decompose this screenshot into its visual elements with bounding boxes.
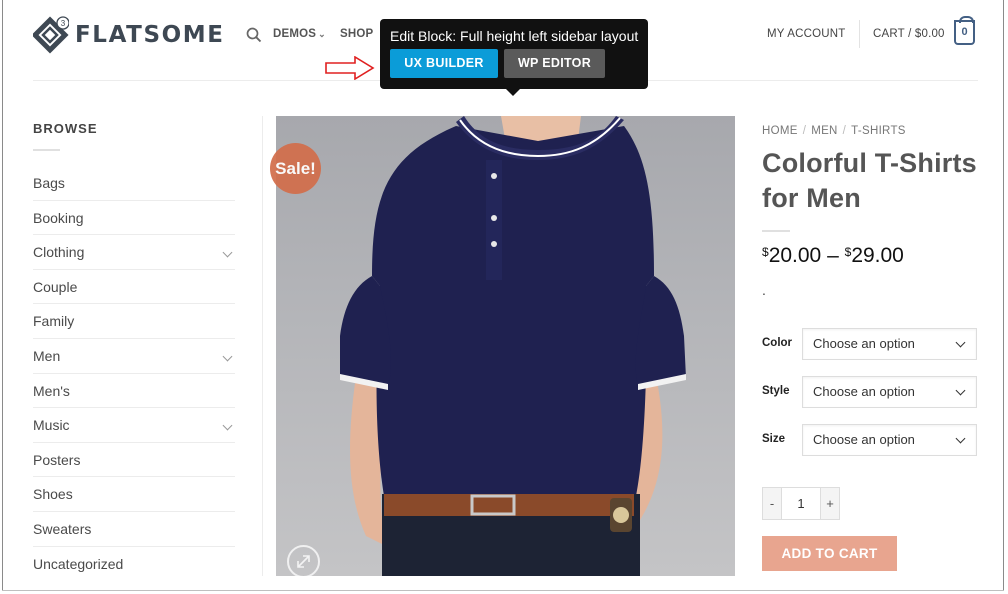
- header-divider: [859, 20, 860, 48]
- cart-count-icon[interactable]: 0: [954, 16, 975, 45]
- breadcrumb: HOME / MEN / T-SHIRTS: [762, 125, 906, 137]
- edit-block-title: Edit Block: Full height left sidebar lay…: [390, 28, 639, 44]
- nav-item-shop[interactable]: SHOP: [340, 28, 373, 40]
- chevron-down-icon: [955, 433, 966, 444]
- nav-item-shop-label: SHOP: [340, 28, 374, 40]
- quantity-stepper: - 1 +: [762, 487, 840, 520]
- category-item-uncategorized[interactable]: Uncategorized: [33, 547, 235, 582]
- price-high: 29.00: [851, 244, 904, 267]
- zoom-icon[interactable]: [287, 545, 320, 578]
- category-item-shoes[interactable]: Shoes: [33, 477, 235, 512]
- product-title: Colorful T-Shirts for Men: [762, 148, 977, 213]
- category-item-men[interactable]: Men: [33, 339, 235, 374]
- category-label: Posters: [33, 451, 81, 468]
- category-label: Sweaters: [33, 520, 92, 537]
- chevron-down-icon[interactable]: [222, 420, 233, 431]
- product-image[interactable]: [276, 116, 735, 576]
- color-select[interactable]: Choose an option: [802, 328, 977, 360]
- quantity-minus-button[interactable]: -: [762, 487, 782, 520]
- category-label: Shoes: [33, 486, 73, 503]
- variation-label-size: Size: [762, 433, 786, 445]
- chevron-down-icon: [955, 337, 966, 348]
- chevron-down-icon: [955, 385, 966, 396]
- breadcrumb-tshirts[interactable]: T-SHIRTS: [851, 125, 906, 137]
- category-item-music[interactable]: Music: [33, 408, 235, 443]
- expand-arrows-icon: [297, 555, 310, 568]
- chevron-down-icon: ⌄: [318, 29, 326, 39]
- product-price: $20.00 – $29.00: [762, 244, 904, 268]
- cart-link[interactable]: CART / $0.00: [873, 28, 945, 40]
- category-item-posters[interactable]: Posters: [33, 443, 235, 478]
- category-label: Couple: [33, 278, 78, 295]
- category-item-sweaters[interactable]: Sweaters: [33, 512, 235, 547]
- chevron-down-icon[interactable]: [222, 247, 233, 258]
- category-item-bags[interactable]: Bags: [33, 166, 235, 201]
- quantity-plus-button[interactable]: +: [820, 487, 840, 520]
- price-low: 20.00: [768, 244, 822, 267]
- color-select-value: Choose an option: [813, 336, 915, 351]
- style-select-value: Choose an option: [813, 384, 915, 399]
- category-item-clothing[interactable]: Clothing: [33, 235, 235, 270]
- sidebar-divider: [262, 116, 263, 576]
- search-icon[interactable]: [246, 27, 262, 43]
- sidebar-heading: BROWSE: [33, 121, 98, 136]
- category-label: Booking: [33, 209, 84, 226]
- category-list: Bags Booking Clothing Couple Family Men …: [33, 166, 235, 581]
- size-select[interactable]: Choose an option: [802, 424, 977, 456]
- site-logo[interactable]: 3 FLATSOME: [33, 16, 225, 54]
- add-to-cart-button[interactable]: ADD TO CART: [762, 536, 897, 571]
- category-item-booking[interactable]: Booking: [33, 201, 235, 236]
- category-label: Music: [33, 417, 70, 434]
- logo-text: FLATSOME: [75, 22, 225, 48]
- my-account-link[interactable]: MY ACCOUNT: [767, 28, 845, 40]
- category-label: Uncategorized: [33, 555, 124, 572]
- wp-editor-button[interactable]: WP EDITOR: [504, 49, 605, 78]
- frame-bottom-edge: [2, 590, 1004, 591]
- category-item-family[interactable]: Family: [33, 304, 235, 339]
- logo-badge: 3: [61, 19, 66, 28]
- nav-item-demos-label: DEMOS: [273, 28, 317, 40]
- style-select[interactable]: Choose an option: [802, 376, 977, 408]
- price-currency-low: $: [762, 245, 769, 259]
- edit-block-tooltip: Edit Block: Full height left sidebar lay…: [380, 19, 648, 96]
- ux-builder-button[interactable]: UX BUILDER: [390, 49, 498, 78]
- category-label: Bags: [33, 175, 65, 191]
- breadcrumb-home[interactable]: HOME: [762, 125, 798, 137]
- price-separator: –: [827, 244, 839, 267]
- breadcrumb-men[interactable]: MEN: [811, 125, 837, 137]
- category-label: Family: [33, 313, 75, 330]
- title-divider: [762, 230, 790, 232]
- tshirt-photo-illustration: [340, 116, 686, 576]
- category-label: Men's: [33, 382, 70, 399]
- category-item-mens[interactable]: Men's: [33, 374, 235, 409]
- variation-label-style: Style: [762, 385, 790, 397]
- category-label: Clothing: [33, 244, 85, 261]
- red-arrow-icon: [325, 56, 375, 80]
- category-item-couple[interactable]: Couple: [33, 270, 235, 305]
- nav-item-demos[interactable]: DEMOS ⌄: [273, 28, 326, 40]
- quantity-input[interactable]: 1: [782, 487, 820, 520]
- short-description: .: [762, 282, 766, 298]
- category-label: Men: [33, 347, 61, 364]
- sale-badge: Sale!: [270, 143, 321, 194]
- sidebar-heading-divider: [33, 149, 60, 151]
- variation-label-color: Color: [762, 337, 793, 349]
- logo-diamond-icon: 3: [33, 16, 69, 54]
- size-select-value: Choose an option: [813, 432, 915, 447]
- chevron-down-icon[interactable]: [222, 351, 233, 362]
